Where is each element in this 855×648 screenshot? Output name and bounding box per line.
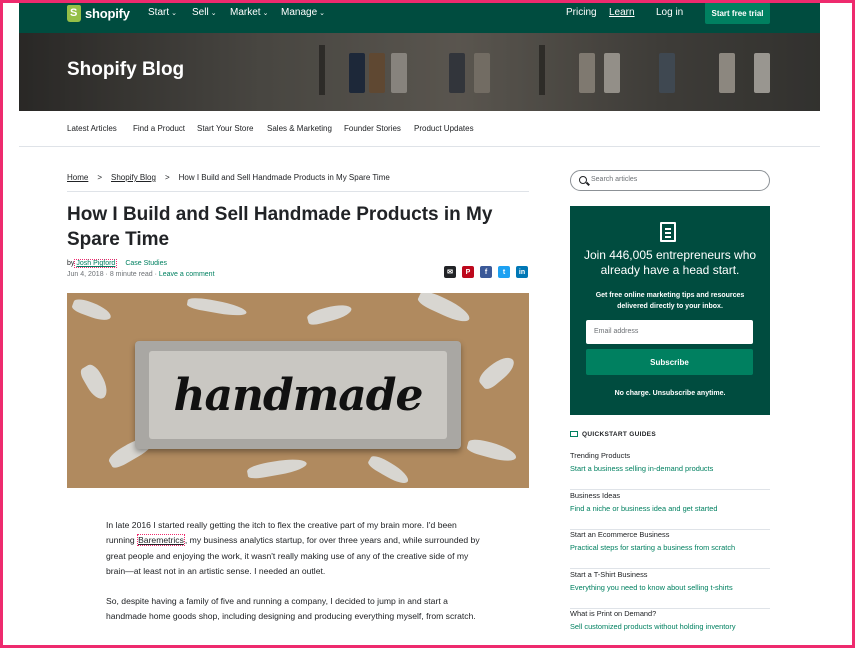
newsletter-note: No charge. Unsubscribe anytime.: [614, 390, 726, 397]
guide-title[interactable]: Business Ideas: [570, 491, 770, 500]
twitter-share-icon[interactable]: t: [498, 266, 510, 278]
start-free-trial-button[interactable]: Start free trial: [705, 2, 770, 24]
shopify-logo[interactable]: shopify: [67, 5, 130, 22]
top-navigation: shopify Start⌄ Sell⌄ Market⌄ Manage⌄ Pri…: [19, 0, 820, 33]
blog-title[interactable]: Shopify Blog: [67, 59, 184, 81]
divider: [570, 568, 770, 569]
nav-manage-label: Manage: [281, 7, 318, 18]
divider: [67, 191, 529, 192]
leave-comment-link[interactable]: Leave a comment: [159, 271, 215, 278]
guide-item[interactable]: Start an Ecommerce Business Practical st…: [570, 530, 770, 569]
nav-start-label: Start: [148, 7, 170, 18]
nav-pricing[interactable]: Pricing: [566, 7, 597, 18]
breadcrumb-blog[interactable]: Shopify Blog: [111, 173, 156, 182]
search-input[interactable]: Search articles: [570, 170, 770, 191]
chevron-down-icon: ⌄: [210, 10, 217, 17]
guide-title[interactable]: Start a T-Shirt Business: [570, 570, 770, 579]
category-find-a-product[interactable]: Find a Product: [133, 124, 185, 133]
breadcrumb: Home > Shopify Blog > How I Build and Sell H…: [67, 173, 390, 182]
quickstart-heading: QUICKSTART GUIDES: [570, 431, 656, 438]
nav-learn[interactable]: Learn: [609, 7, 635, 18]
nav-login[interactable]: Log in: [656, 7, 683, 18]
email-field[interactable]: Email address: [586, 320, 753, 344]
blog-hero-banner: Shopify Blog: [19, 33, 820, 111]
chevron-right-icon: >: [97, 173, 103, 182]
article-date: Jun 4, 2018: [67, 271, 104, 278]
search-placeholder: Search articles: [591, 176, 638, 183]
guide-title[interactable]: Trending Products: [570, 451, 770, 460]
category-product-updates[interactable]: Product Updates: [414, 124, 474, 133]
guide-item[interactable]: What is Print on Demand? Sell customized…: [570, 609, 770, 648]
page: shopify Start⌄ Sell⌄ Market⌄ Manage⌄ Pri…: [19, 0, 820, 648]
guide-item[interactable]: Trending Products Start a business selli…: [570, 451, 770, 490]
logo-wordmark: shopify: [85, 6, 130, 21]
category-sales-marketing[interactable]: Sales & Marketing: [267, 124, 332, 133]
nav-sell[interactable]: Sell ⌄: [192, 7, 217, 18]
article-byline: by Josh Pigford Case Studies: [67, 259, 167, 268]
author-link[interactable]: Josh Pigford: [74, 259, 118, 268]
divider: [570, 489, 770, 490]
subscribe-button[interactable]: Subscribe: [586, 349, 753, 375]
guide-item[interactable]: Business Ideas Find a niche or business …: [570, 491, 770, 530]
guide-title[interactable]: Start an Ecommerce Business: [570, 530, 770, 539]
guide-item[interactable]: Start a T-Shirt Business Everything you …: [570, 570, 770, 609]
category-founder-stories[interactable]: Founder Stories: [344, 124, 401, 133]
nav-market-label: Market: [230, 7, 261, 18]
newsletter-description: Get free online marketing tips and resou…: [595, 292, 745, 310]
category-latest-articles[interactable]: Latest Articles: [67, 124, 117, 133]
chevron-down-icon: ⌄: [319, 10, 326, 17]
breadcrumb-home[interactable]: Home: [67, 173, 88, 182]
breadcrumb-current: How I Build and Sell Handmade Products i…: [178, 173, 390, 182]
chevron-down-icon: ⌄: [171, 10, 177, 17]
newsletter-icon: [660, 222, 676, 242]
chevron-down-icon: ⌄: [262, 10, 269, 17]
nav-start[interactable]: Start ⌄: [148, 7, 177, 18]
article-title: How I Build and Sell Handmade Products i…: [67, 204, 493, 250]
newsletter-headline: Join 446,005 entrepreneurs who already h…: [583, 248, 757, 277]
guide-subtitle[interactable]: Everything you need to know about sellin…: [570, 583, 770, 592]
linkedin-share-icon[interactable]: in: [516, 266, 528, 278]
chevron-right-icon: >: [164, 173, 170, 182]
category-bar: Latest Articles Find a Product Start You…: [19, 118, 820, 138]
facebook-share-icon[interactable]: f: [480, 266, 492, 278]
newsletter-signup: Join 446,005 entrepreneurs who already h…: [570, 206, 770, 415]
quickstart-title: QUICKSTART GUIDES: [582, 431, 656, 438]
guide-subtitle[interactable]: Find a niche or business idea and get st…: [570, 504, 770, 513]
pinterest-share-icon[interactable]: P: [462, 266, 474, 278]
article-category-link[interactable]: Case Studies: [125, 260, 167, 267]
category-start-your-store[interactable]: Start Your Store: [197, 124, 253, 133]
guide-subtitle[interactable]: Practical steps for starting a business …: [570, 543, 770, 552]
read-time: 8 minute read: [109, 271, 153, 278]
article-hero-image: handmade: [67, 293, 529, 488]
shopify-bag-icon: [67, 5, 81, 22]
nav-manage[interactable]: Manage ⌄: [281, 7, 325, 18]
article-paragraph-2: So, despite having a family of five and …: [106, 596, 476, 622]
article-meta: Jun 4, 2018 · 8 minute read · Leave a co…: [67, 271, 215, 278]
guide-subtitle[interactable]: Start a business selling in-demand produ…: [570, 464, 770, 473]
nav-market[interactable]: Market ⌄: [230, 7, 268, 18]
guide-title[interactable]: What is Print on Demand?: [570, 609, 770, 618]
stamp-lettering: handmade: [173, 369, 423, 421]
nav-sell-label: Sell: [192, 7, 209, 18]
book-icon: [570, 431, 578, 437]
email-share-icon[interactable]: ✉: [444, 266, 456, 278]
guide-subtitle[interactable]: Sell customized products without holding…: [570, 622, 770, 631]
search-icon: [579, 176, 587, 184]
divider: [19, 146, 820, 147]
article-paragraph-1: In late 2016 I started really getting th…: [106, 518, 486, 580]
baremetrics-link[interactable]: Baremetrics: [137, 534, 185, 547]
